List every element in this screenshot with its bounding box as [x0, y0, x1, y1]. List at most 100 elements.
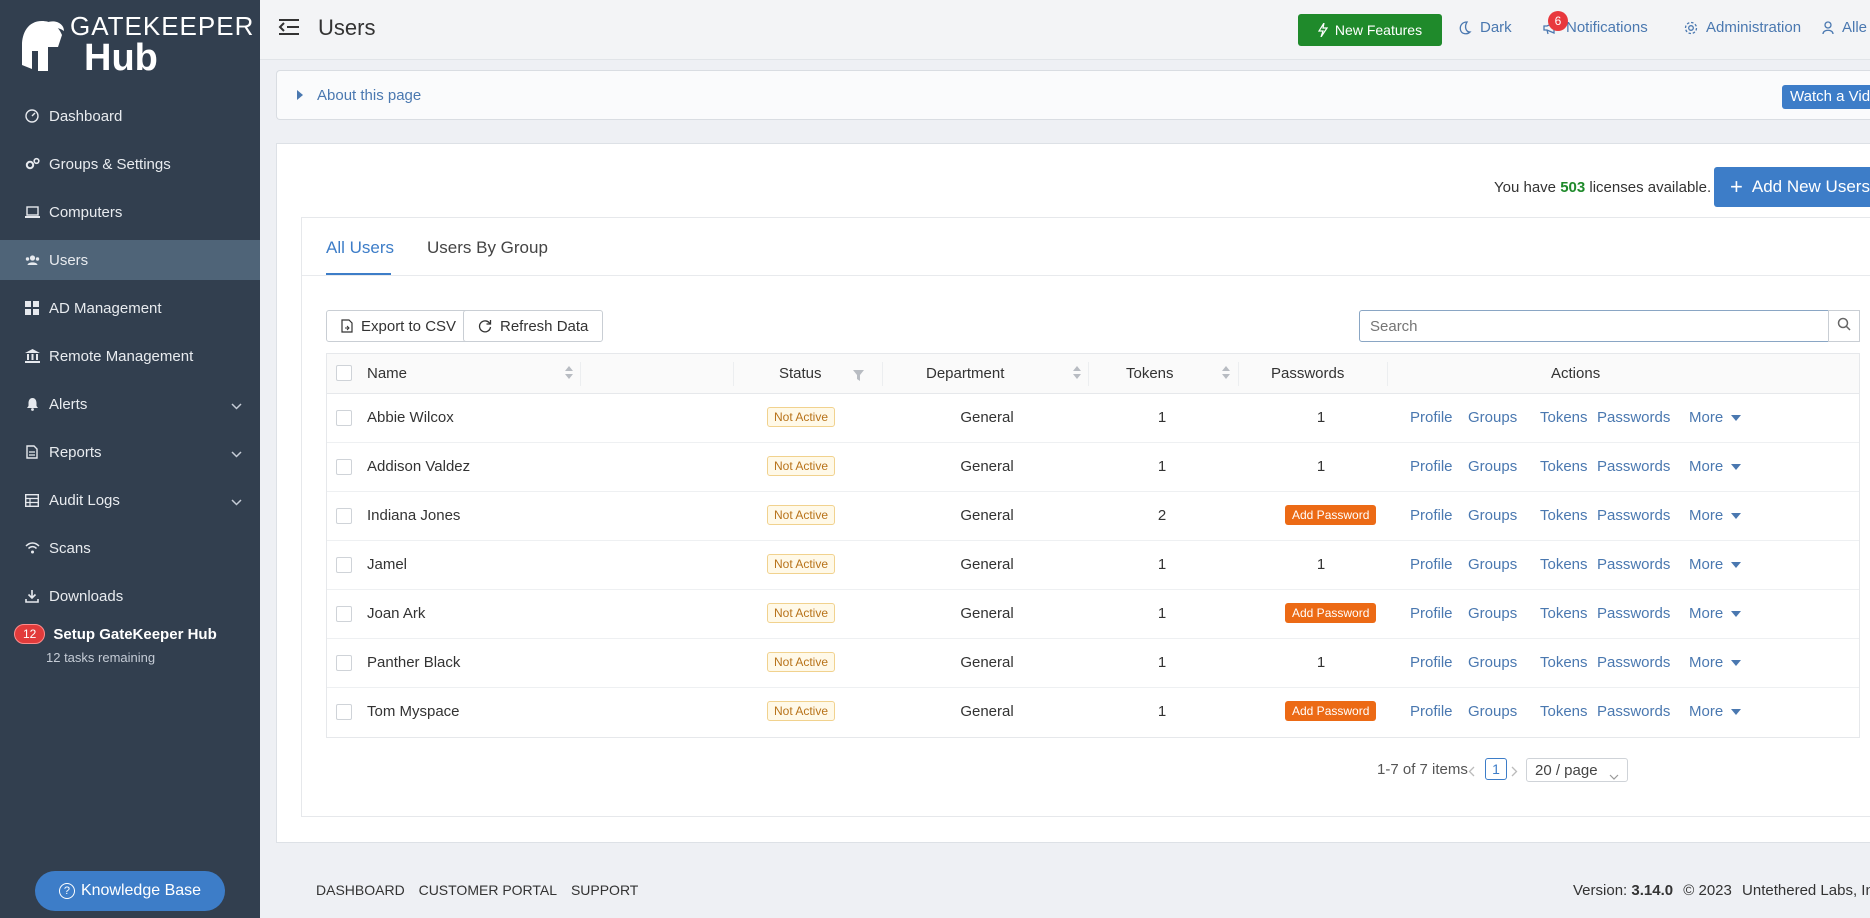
sort-department-icon[interactable] — [1073, 366, 1081, 380]
footer-link-support[interactable]: SUPPORT — [571, 882, 638, 898]
action-more-link[interactable]: More — [1689, 605, 1742, 622]
row-checkbox[interactable] — [336, 655, 352, 671]
action-more-link[interactable]: More — [1689, 654, 1742, 671]
page-number-button[interactable]: 1 — [1485, 758, 1507, 780]
menu-collapse-icon[interactable] — [278, 18, 300, 40]
action-tokens-link[interactable]: Tokens — [1540, 654, 1588, 671]
refresh-data-button[interactable]: Refresh Data — [463, 310, 604, 342]
add-password-button[interactable]: Add Password — [1285, 701, 1377, 721]
action-profile-link[interactable]: Profile — [1410, 654, 1453, 671]
action-profile-link[interactable]: Profile — [1410, 409, 1453, 426]
select-all-checkbox[interactable] — [336, 365, 352, 381]
action-groups-link[interactable]: Groups — [1468, 507, 1517, 524]
export-csv-button[interactable]: Export to CSV — [326, 310, 472, 342]
action-passwords-link[interactable]: Passwords — [1597, 409, 1670, 426]
action-more-link[interactable]: More — [1689, 556, 1742, 573]
tab-users-by-group[interactable]: Users By Group — [427, 238, 548, 258]
action-tokens-link[interactable]: Tokens — [1540, 556, 1588, 573]
header-tokens[interactable]: Tokens — [1126, 365, 1174, 382]
action-passwords-link[interactable]: Passwords — [1597, 654, 1670, 671]
filter-icon[interactable] — [853, 368, 864, 385]
sidebar-item-label: Reports — [49, 443, 102, 461]
spartan-helmet-icon — [22, 21, 64, 71]
file-export-icon — [341, 319, 353, 333]
administration-button[interactable]: Administration — [1684, 19, 1801, 36]
row-checkbox[interactable] — [336, 508, 352, 524]
sidebar-item-users[interactable]: Users — [0, 240, 260, 280]
action-groups-link[interactable]: Groups — [1468, 409, 1517, 426]
action-groups-link[interactable]: Groups — [1468, 654, 1517, 671]
sidebar-item-groups-settings[interactable]: Groups & Settings — [0, 144, 260, 184]
search-input[interactable] — [1359, 310, 1829, 342]
action-tokens-link[interactable]: Tokens — [1540, 605, 1588, 622]
page-size-value: 20 / page — [1535, 762, 1598, 779]
page-size-select[interactable]: 20 / page — [1526, 758, 1628, 782]
action-passwords-link[interactable]: Passwords — [1597, 556, 1670, 573]
action-profile-link[interactable]: Profile — [1410, 507, 1453, 524]
search-button[interactable] — [1828, 310, 1860, 342]
action-more-link[interactable]: More — [1689, 458, 1742, 475]
action-passwords-link[interactable]: Passwords — [1597, 507, 1670, 524]
header-department[interactable]: Department — [926, 365, 1004, 382]
sort-name-icon[interactable] — [565, 366, 573, 380]
action-profile-link[interactable]: Profile — [1410, 458, 1453, 475]
add-password-button[interactable]: Add Password — [1285, 603, 1377, 623]
row-checkbox[interactable] — [336, 704, 352, 720]
column-divider — [882, 362, 883, 386]
gatekeeper-logo[interactable]: GATEKEEPER Hub — [0, 0, 260, 90]
user-name: Alle — [1842, 19, 1868, 36]
about-page-label: About this page — [317, 87, 422, 104]
knowledge-base-button[interactable]: ? Knowledge Base — [35, 871, 225, 911]
dark-mode-toggle[interactable]: Dark — [1458, 19, 1512, 36]
action-tokens-link[interactable]: Tokens — [1540, 507, 1588, 524]
action-groups-link[interactable]: Groups — [1468, 458, 1517, 475]
sort-tokens-icon[interactable] — [1222, 366, 1230, 380]
action-tokens-link[interactable]: Tokens — [1540, 409, 1588, 426]
sidebar-item-audit-logs[interactable]: Audit Logs — [0, 480, 260, 520]
action-groups-link[interactable]: Groups — [1468, 556, 1517, 573]
action-profile-link[interactable]: Profile — [1410, 703, 1453, 720]
new-features-button[interactable]: New Features — [1298, 14, 1442, 46]
setup-progress[interactable]: 12 Setup GateKeeper Hub 12 tasks remaini… — [0, 624, 260, 665]
row-checkbox[interactable] — [336, 606, 352, 622]
licenses-info: You have 503 licenses available. — [1494, 179, 1711, 196]
action-profile-link[interactable]: Profile — [1410, 556, 1453, 573]
row-checkbox[interactable] — [336, 557, 352, 573]
action-passwords-link[interactable]: Passwords — [1597, 605, 1670, 622]
prev-page-icon[interactable] — [1468, 764, 1475, 781]
tab-all-users[interactable]: All Users — [326, 238, 394, 258]
sidebar-item-downloads[interactable]: Downloads — [0, 576, 260, 616]
action-tokens-link[interactable]: Tokens — [1540, 458, 1588, 475]
caret-down-icon — [1731, 513, 1742, 520]
add-new-users-button[interactable]: + Add New Users — [1714, 167, 1870, 207]
next-page-icon[interactable] — [1511, 764, 1518, 781]
sidebar-item-remote-management[interactable]: Remote Management — [0, 336, 260, 376]
sidebar-item-computers[interactable]: Computers — [0, 192, 260, 232]
user-menu[interactable]: Alle — [1822, 19, 1867, 36]
header-name[interactable]: Name — [367, 365, 407, 382]
action-more-link[interactable]: More — [1689, 507, 1742, 524]
action-groups-link[interactable]: Groups — [1468, 605, 1517, 622]
add-password-button[interactable]: Add Password — [1285, 505, 1377, 525]
action-groups-link[interactable]: Groups — [1468, 703, 1517, 720]
action-more-link[interactable]: More — [1689, 703, 1742, 720]
action-passwords-link[interactable]: Passwords — [1597, 703, 1670, 720]
action-profile-link[interactable]: Profile — [1410, 605, 1453, 622]
row-checkbox[interactable] — [336, 459, 352, 475]
action-tokens-link[interactable]: Tokens — [1540, 703, 1588, 720]
sidebar-item-ad-management[interactable]: AD Management — [0, 288, 260, 328]
table-row: Indiana Jones Not Active General 2 Add Passw… — [327, 492, 1859, 541]
sidebar-item-alerts[interactable]: Alerts — [0, 384, 260, 424]
sidebar-item-dashboard[interactable]: Dashboard — [0, 96, 260, 136]
footer-links: DASHBOARD CUSTOMER PORTAL SUPPORT — [316, 882, 648, 898]
row-checkbox[interactable] — [336, 410, 352, 426]
footer-link-dashboard[interactable]: DASHBOARD — [316, 882, 405, 898]
footer-link-customer-portal[interactable]: CUSTOMER PORTAL — [419, 882, 557, 898]
action-more-link[interactable]: More — [1689, 409, 1742, 426]
sidebar-item-scans[interactable]: Scans — [0, 528, 260, 568]
about-page-panel[interactable]: About this page Watch a Vide — [276, 70, 1870, 120]
action-passwords-link[interactable]: Passwords — [1597, 458, 1670, 475]
sidebar-item-reports[interactable]: Reports — [0, 432, 260, 472]
company-name: Untethered Labs, Inc. — [1742, 882, 1870, 899]
watch-video-button[interactable]: Watch a Vide — [1782, 85, 1870, 109]
